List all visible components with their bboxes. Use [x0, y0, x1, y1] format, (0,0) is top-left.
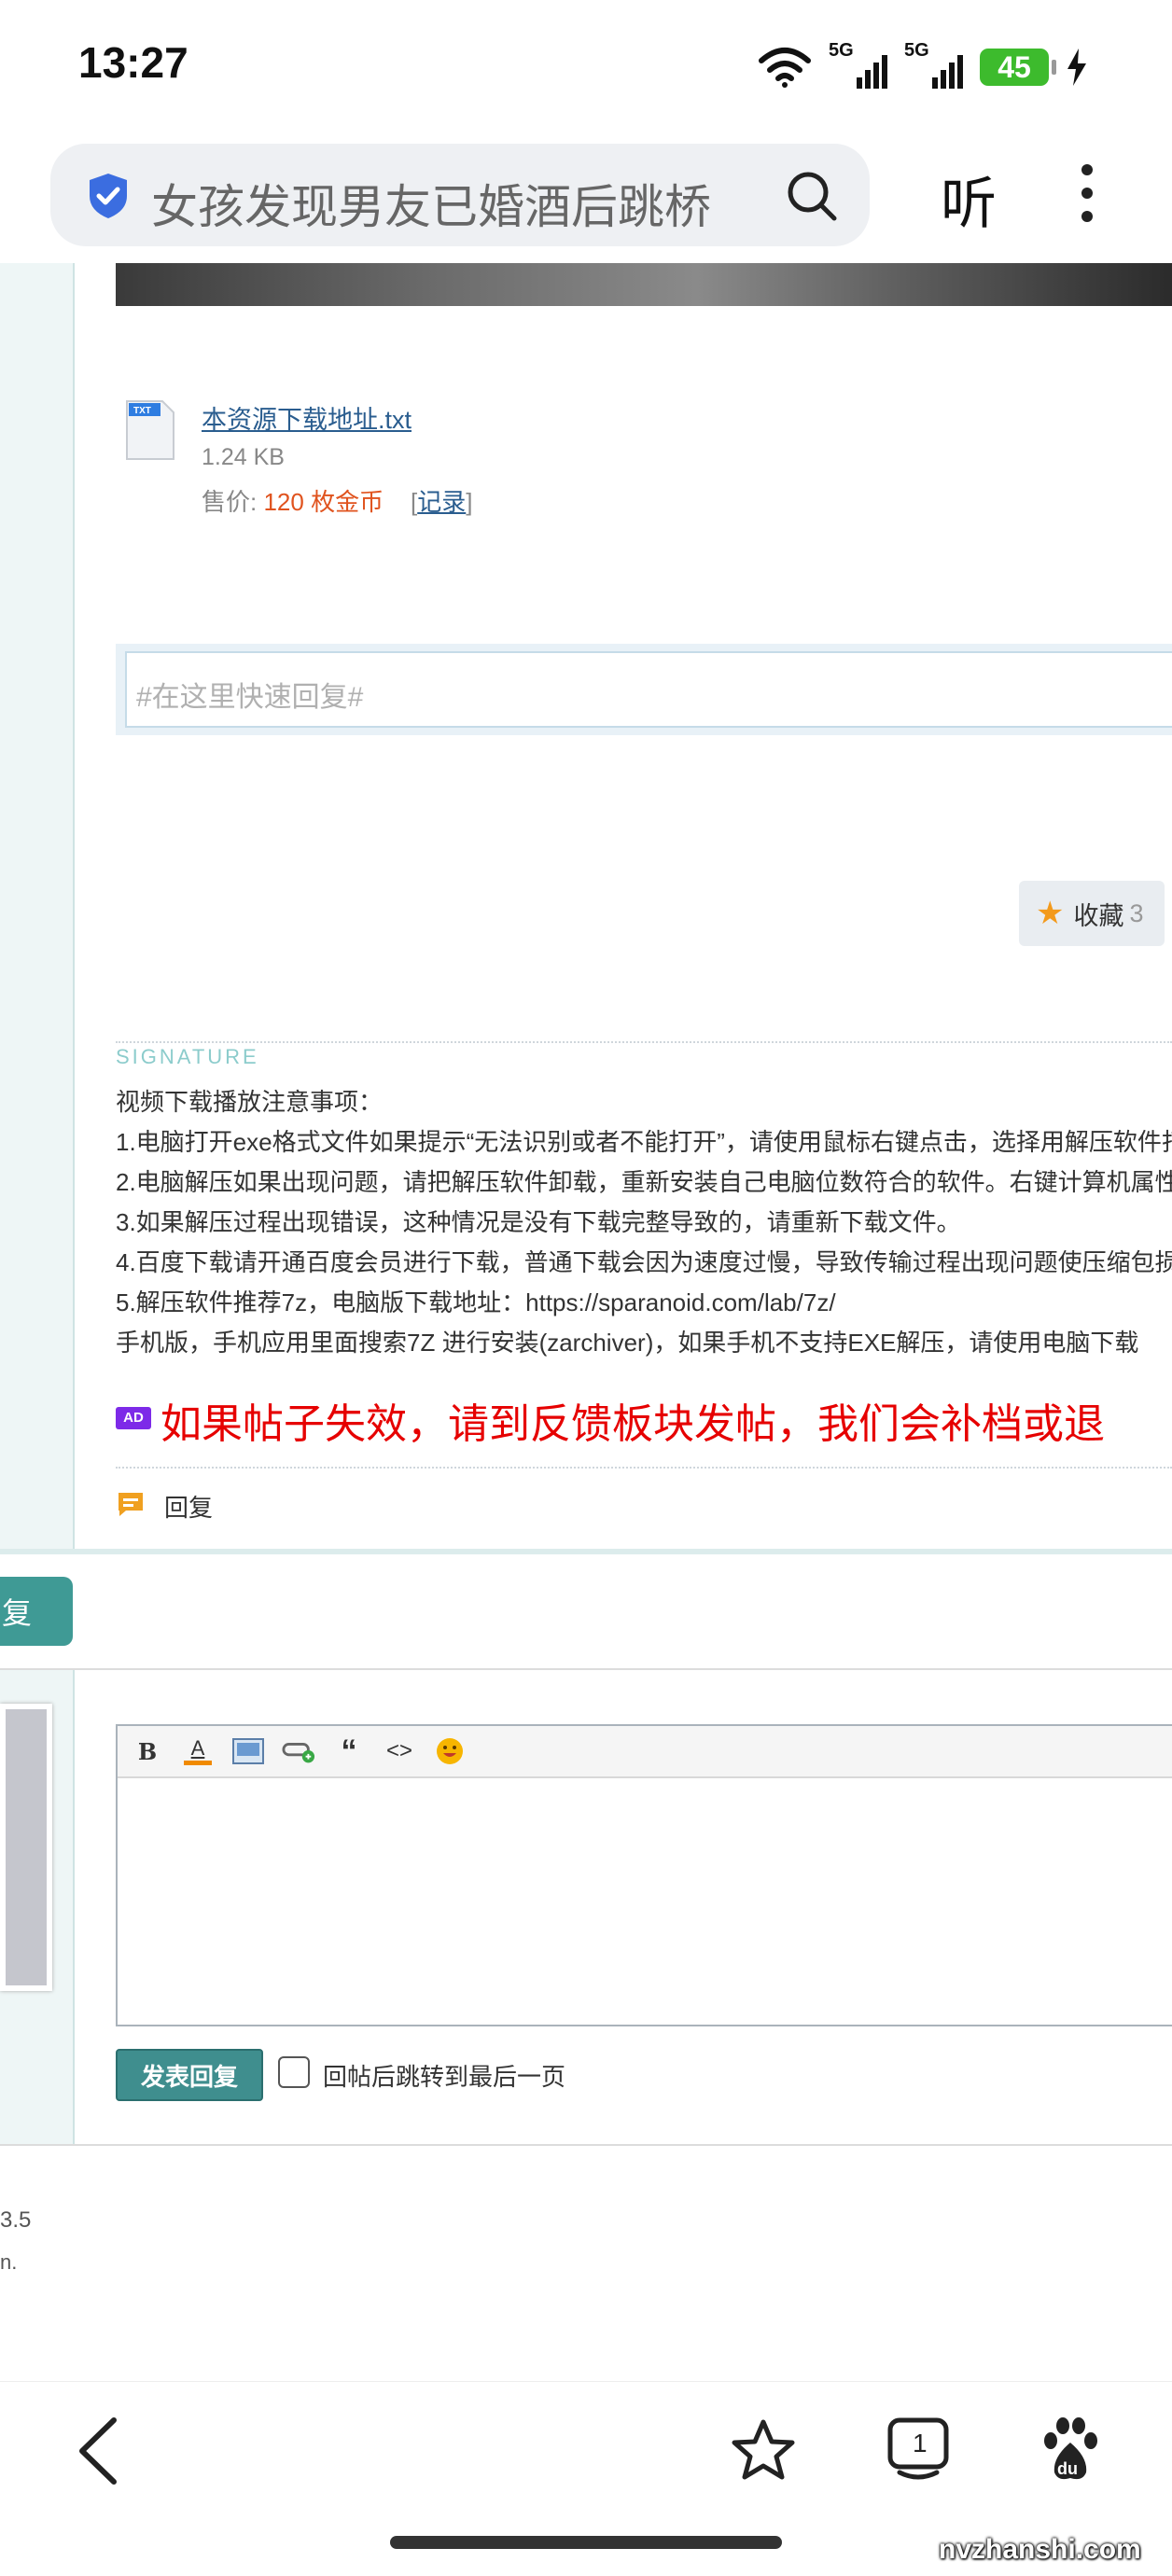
emoji-glyph — [437, 1738, 463, 1764]
signal-5g-icon: 5G — [829, 40, 887, 89]
tabs-count: 1 — [913, 2429, 928, 2458]
editor-toolbar: B A “ <> — [118, 1726, 1172, 1778]
avatar — [0, 1704, 52, 1991]
signature-line: 1.电脑打开exe格式文件如果提示“无法识别或者不能打开”，请使用鼠标右键点击，… — [116, 1128, 1172, 1156]
charging-icon — [1067, 49, 1086, 86]
txt-file-icon: TXT — [126, 400, 174, 460]
quote-label: “ — [341, 1733, 357, 1769]
listen-button[interactable]: 听 — [941, 159, 997, 240]
footer-text: 3.5 — [0, 2207, 32, 2233]
signature-line: 5.解压软件推荐7z，电脑版下载地址：https://sparanoid.com… — [116, 1288, 836, 1316]
reply-link[interactable]: 回复 — [164, 1489, 213, 1524]
code-label: <> — [385, 1738, 413, 1763]
signature-line: 2.电脑解压如果出现问题，请把解压软件卸载，重新安装自己电脑位数符合的软件。右键… — [116, 1168, 1172, 1196]
quote-icon[interactable]: “ — [332, 1733, 366, 1769]
post-image — [116, 263, 1172, 306]
more-menu-icon[interactable] — [1073, 160, 1101, 226]
baidu-text: du — [1057, 2459, 1078, 2478]
signal-label: 5G — [829, 40, 854, 61]
divider — [0, 1668, 1172, 1670]
image-icon[interactable] — [231, 1734, 265, 1768]
signature-line: 手机版，手机应用里面搜索7Z 进行安装(zarchiver)，如果手机不支持EX… — [116, 1329, 1139, 1357]
emoji-icon[interactable] — [433, 1734, 467, 1768]
submit-reply-button[interactable]: 发表回复 — [116, 2049, 263, 2101]
search-icon[interactable] — [784, 168, 840, 224]
battery-level: 45 — [998, 49, 1031, 84]
quick-reply-input[interactable]: #在这里快速回复# — [125, 651, 1172, 728]
favorite-count: 3 — [1129, 898, 1144, 927]
signature-line: 视频下载播放注意事项： — [116, 1088, 384, 1116]
bookmark-star-icon[interactable] — [732, 2418, 795, 2482]
favorite-button[interactable]: ★ 收藏 3 — [1019, 881, 1165, 946]
insert-link-icon[interactable] — [282, 1734, 315, 1768]
left-rail — [0, 263, 75, 1549]
signature-text: 视频下载播放注意事项： 1.电脑打开exe格式文件如果提示“无法识别或者不能打开… — [116, 1082, 1172, 1363]
signature-line: 4.百度下载请开通百度会员进行下载，普通下载会因为速度过慢，导致传输过程出现问题… — [116, 1248, 1172, 1276]
bold-label: B — [137, 1737, 158, 1765]
price-label: 售价: — [202, 488, 258, 516]
file-icon-label: TXT — [133, 406, 151, 416]
record-link[interactable]: 记录 — [417, 488, 466, 516]
address-search-bar[interactable]: 女孩发现男友已婚酒后跳桥 — [50, 144, 870, 246]
signal-label-2: 5G — [904, 40, 929, 61]
signature-line: 3.如果解压过程出现错误，这种情况是没有下载完整导致的，请重新下载文件。 — [116, 1208, 961, 1236]
text-color-label: A — [190, 1735, 205, 1760]
baidu-icon[interactable]: du — [1041, 2416, 1099, 2484]
watermark: nvzhanshi.com — [939, 2534, 1141, 2565]
status-icons: 5G 5G 45 — [758, 39, 1088, 95]
price-value: 120 枚金币 — [263, 488, 384, 516]
favorite-label: 收藏 — [1073, 901, 1124, 930]
signal-5g-icon-2: 5G — [904, 40, 963, 89]
link-glyph — [282, 1743, 315, 1763]
reply-icon[interactable] — [116, 1489, 146, 1519]
attachment-price: 售价: 120 枚金币 [记录] — [202, 483, 472, 518]
jump-to-last-page-label[interactable]: 回帖后跳转到最后一页 — [323, 2058, 565, 2093]
record-close: ] — [466, 488, 473, 516]
ad-notice[interactable]: 如果帖子失效，请到反馈板块发帖，我们会补档或退 — [160, 1390, 1172, 1450]
image-glyph — [232, 1738, 264, 1764]
home-indicator[interactable] — [390, 2536, 782, 2549]
section-divider — [0, 1549, 1172, 1554]
code-icon[interactable]: <> — [383, 1734, 416, 1768]
tabs-icon[interactable]: 1 — [886, 2415, 950, 2482]
signature-label: SIGNATURE — [116, 1045, 259, 1068]
attachment-size: 1.24 KB — [202, 444, 285, 470]
back-icon[interactable] — [75, 2416, 121, 2485]
shield-icon — [90, 174, 127, 218]
signature-divider — [116, 1041, 1172, 1043]
battery-icon: 45 — [980, 49, 1056, 86]
footer-divider — [0, 2144, 1172, 2146]
search-query[interactable]: 女孩发现男友已婚酒后跳桥 — [151, 170, 711, 237]
wifi-icon — [759, 48, 811, 88]
status-time: 13:27 — [78, 38, 188, 87]
ad-badge: AD — [116, 1407, 151, 1429]
jump-to-last-page-checkbox[interactable] — [278, 2056, 310, 2088]
text-color-icon[interactable]: A — [181, 1734, 215, 1768]
attachment-link[interactable]: 本资源下载地址.txt — [202, 399, 412, 436]
footer-text-2: n. — [0, 2250, 18, 2274]
reply-button[interactable]: 复 — [0, 1577, 73, 1646]
bold-icon[interactable]: B — [131, 1734, 164, 1768]
star-icon: ★ — [1036, 896, 1065, 931]
signature-divider-bottom — [116, 1467, 1172, 1469]
